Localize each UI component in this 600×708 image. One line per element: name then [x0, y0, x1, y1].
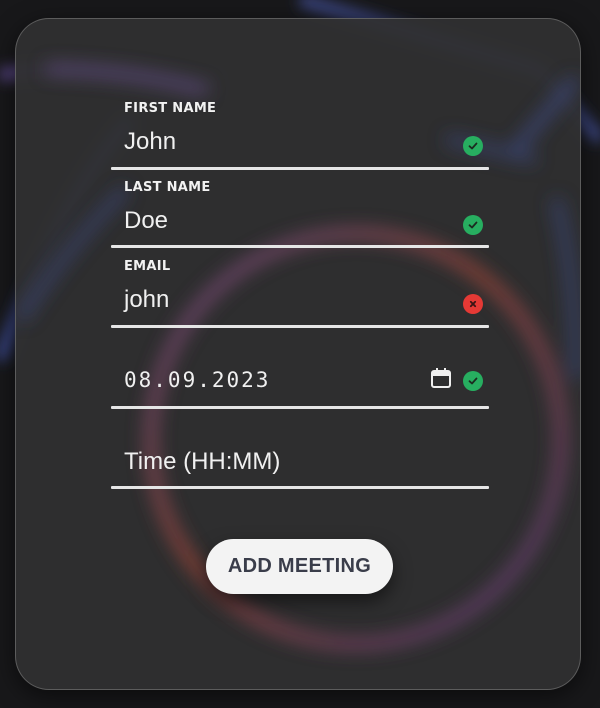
valid-check-icon — [463, 136, 483, 156]
first-name-field[interactable]: FIRST NAME John — [111, 101, 489, 171]
email-input[interactable]: john — [124, 286, 169, 314]
date-field[interactable]: 08.09.2023 — [111, 349, 489, 411]
add-meeting-button[interactable]: ADD MEETING — [206, 539, 393, 594]
valid-check-icon — [463, 371, 483, 391]
meeting-form-card: FIRST NAME John LAST NAME Doe EMAIL john — [15, 18, 581, 690]
last-name-field[interactable]: LAST NAME Doe — [111, 180, 489, 250]
invalid-x-icon — [463, 294, 483, 314]
time-underline — [111, 486, 489, 489]
last-name-input[interactable]: Doe — [124, 207, 168, 235]
email-field[interactable]: EMAIL john — [111, 259, 489, 329]
email-label: EMAIL — [124, 259, 171, 274]
date-input[interactable]: 08.09.2023 — [124, 368, 270, 392]
valid-check-icon — [463, 215, 483, 235]
first-name-label: FIRST NAME — [124, 101, 217, 116]
date-underline — [111, 406, 489, 409]
last-name-underline — [111, 245, 489, 248]
first-name-underline — [111, 167, 489, 170]
email-underline — [111, 325, 489, 328]
time-input-placeholder[interactable]: Time (HH:MM) — [124, 448, 280, 476]
time-field[interactable]: Time (HH:MM) — [111, 429, 489, 491]
last-name-label: LAST NAME — [124, 180, 211, 195]
first-name-input[interactable]: John — [124, 128, 176, 156]
calendar-icon[interactable] — [430, 367, 452, 389]
